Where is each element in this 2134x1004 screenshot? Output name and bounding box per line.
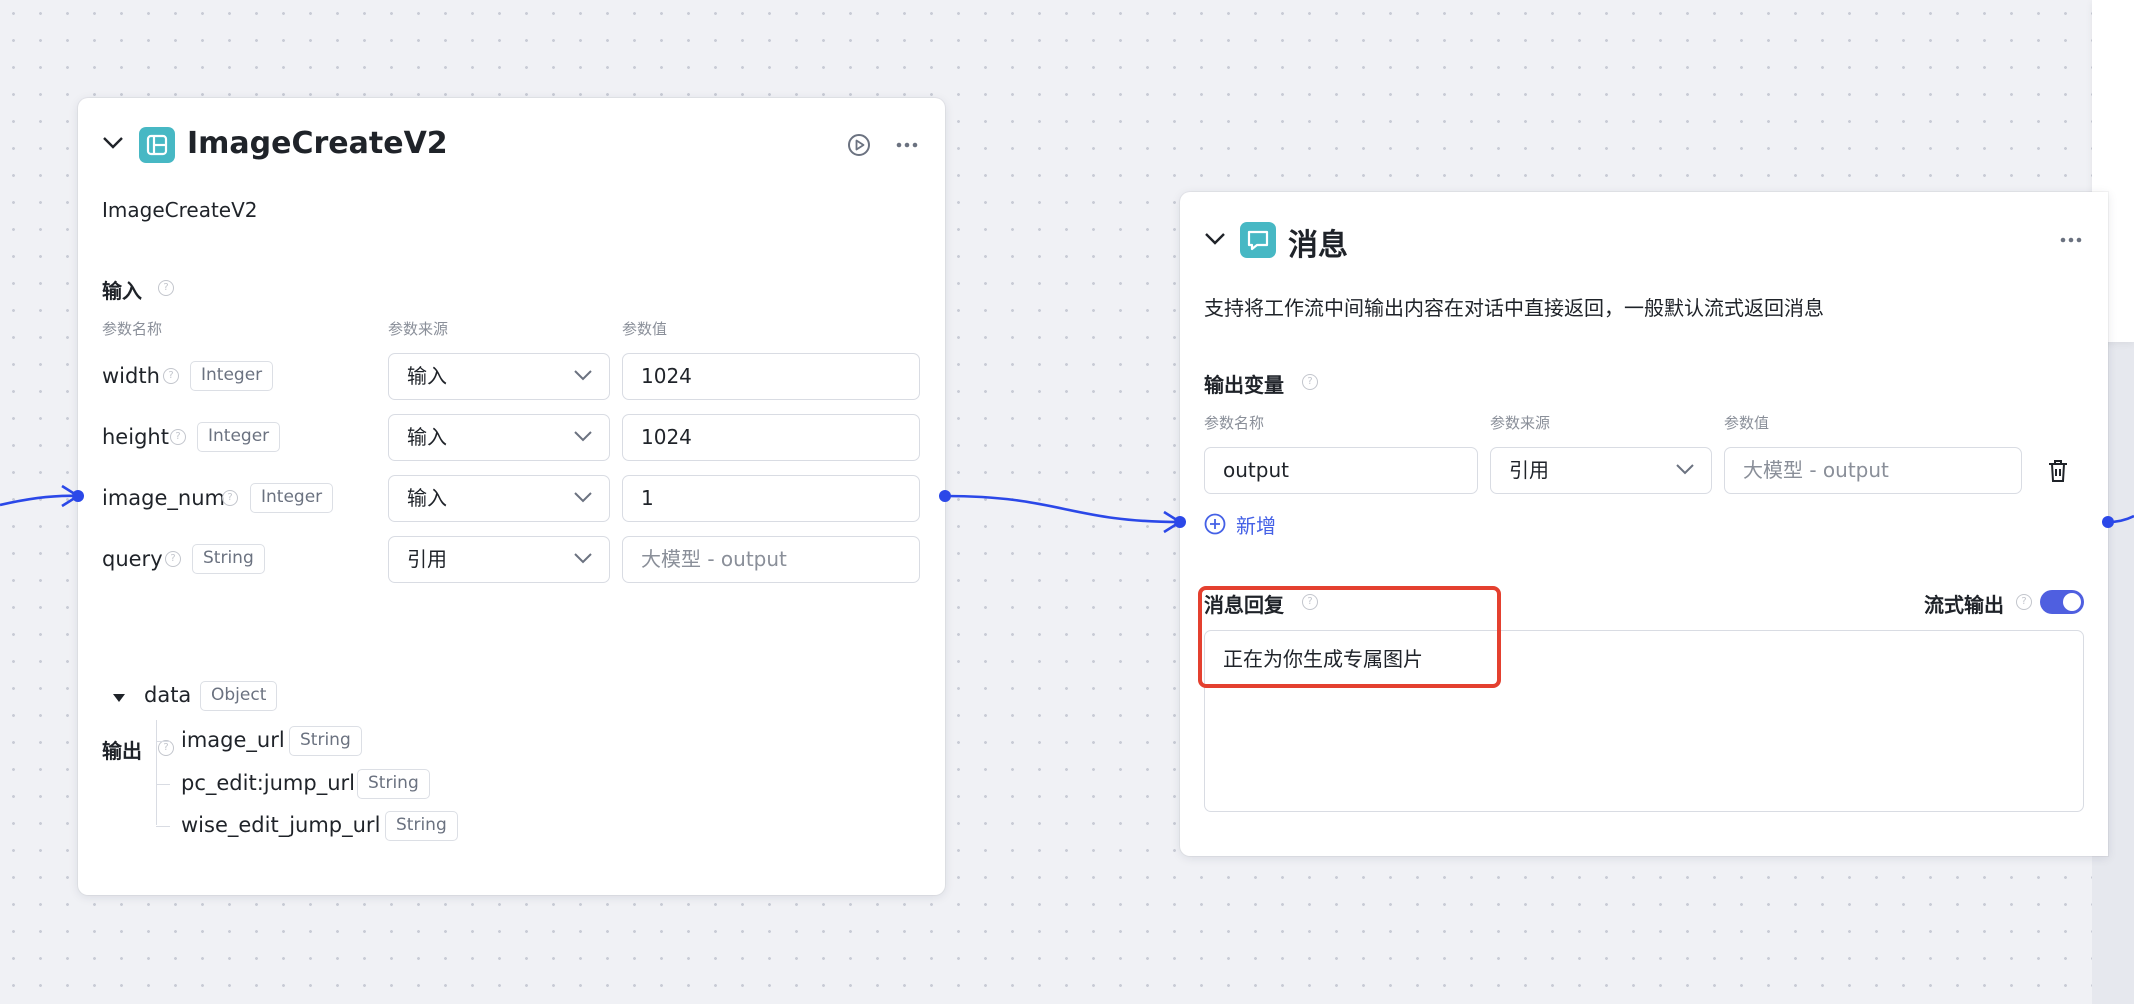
node-title: 消息 [1288,228,1348,263]
select-value: 输入 [407,425,447,449]
param-source-select-width[interactable]: 输入 [388,353,610,400]
param-type-tag: Integer [250,483,334,513]
node-description: ImageCreateV2 [102,198,258,222]
stream-help-icon[interactable]: ? [2016,594,2032,610]
param-type-tag: String [192,544,265,574]
chevron-down-icon [574,370,592,381]
output-help-icon[interactable]: ? [158,740,174,756]
output-vars-section-title: 输出变量 [1204,373,1284,397]
output-child-name: wise_edit_jump_url [181,813,381,837]
param-type-tag: Integer [190,361,274,391]
select-value: 引用 [407,547,447,571]
param-source-select-image-num[interactable]: 输入 [388,475,610,522]
node1-output-port[interactable] [939,490,951,502]
param-name-height: height [102,425,169,449]
param-help-icon[interactable]: ? [222,490,238,506]
tree-branch-line [156,741,170,742]
param-help-icon[interactable]: ? [163,368,179,384]
output-type-tag: String [357,769,430,799]
param-name-image-num: image_num [102,486,225,510]
toggle-knob [2063,593,2081,611]
collapse-chevron-icon[interactable] [1204,232,1226,246]
tree-branch-line [156,720,157,825]
collapse-chevron-icon[interactable] [102,136,124,150]
chevron-down-icon [574,492,592,503]
select-value: 输入 [407,364,447,388]
wire-incoming [0,494,79,507]
chevron-down-icon [1676,464,1694,475]
param-help-icon[interactable]: ? [165,551,181,567]
output-type-tag: Object [200,681,278,711]
imagecreate-node[interactable]: ImageCreateV2 ImageCreateV2 输入 ? 参数名称 参数… [78,98,945,895]
param-name-query: query [102,547,163,571]
param-value-input-query[interactable]: 大模型 - output [622,536,920,583]
col-param-source: 参数来源 [388,320,449,338]
node2-output-port[interactable] [2102,516,2114,528]
input-help-icon[interactable]: ? [158,280,174,296]
select-value: 引用 [1509,458,1549,482]
wire-node1-to-node2 [944,494,1181,524]
param-source-select-height[interactable]: 输入 [388,414,610,461]
node-description: 支持将工作流中间输出内容在对话中直接返回，一般默认流式返回消息 [1204,296,1824,320]
tree-branch-line [156,784,170,785]
output-type-tag: String [289,726,362,756]
plugin-icon [139,127,175,163]
param-type-tag: Integer [197,422,281,452]
input-section-title: 输入 [102,279,142,303]
chevron-down-icon [574,431,592,442]
node1-input-port[interactable] [72,490,84,502]
stream-output-toggle[interactable] [2040,590,2084,614]
output-vars-help-icon[interactable]: ? [1302,374,1318,390]
select-value: 输入 [407,486,447,510]
add-label: 新增 [1236,514,1276,538]
run-test-icon[interactable] [847,133,871,157]
var-source-select[interactable]: 引用 [1490,447,1712,494]
param-value-input-image-num[interactable]: 1 [622,475,920,522]
param-source-select-query[interactable]: 引用 [388,536,610,583]
col-param-value: 参数值 [622,320,668,338]
col-param-value: 参数值 [1724,414,1770,432]
stream-output-label: 流式输出 [1924,593,2004,617]
more-options-icon[interactable] [2060,237,2082,243]
var-value-input[interactable]: 大模型 - output [1724,447,2022,494]
node-title: ImageCreateV2 [187,126,448,161]
more-options-icon[interactable] [896,142,918,148]
param-help-icon[interactable]: ? [170,429,186,445]
param-name-width: width [102,364,160,388]
col-param-name: 参数名称 [1204,414,1265,432]
delete-trash-icon[interactable] [2046,458,2070,484]
expand-triangle-icon[interactable] [112,693,126,703]
annotation-highlight-box [1198,586,1501,688]
param-value-input-height[interactable]: 1024 [622,414,920,461]
message-node[interactable]: 消息 支持将工作流中间输出内容在对话中直接返回，一般默认流式返回消息 输出变量 … [1180,192,2108,856]
tree-branch-line [156,826,170,827]
output-section-title: 输出 [102,739,142,763]
var-name-input[interactable]: output [1204,447,1478,494]
output-root-name: data [144,683,192,707]
col-param-name: 参数名称 [102,320,163,338]
param-value-input-width[interactable]: 1024 [622,353,920,400]
output-child-name: pc_edit:jump_url [181,771,355,795]
output-child-name: image_url [181,728,285,752]
node2-input-port[interactable] [1174,516,1186,528]
message-bubble-icon [1240,222,1276,258]
add-circle-icon [1204,513,1226,535]
output-type-tag: String [385,811,458,841]
chevron-down-icon [574,553,592,564]
col-param-source: 参数来源 [1490,414,1551,432]
